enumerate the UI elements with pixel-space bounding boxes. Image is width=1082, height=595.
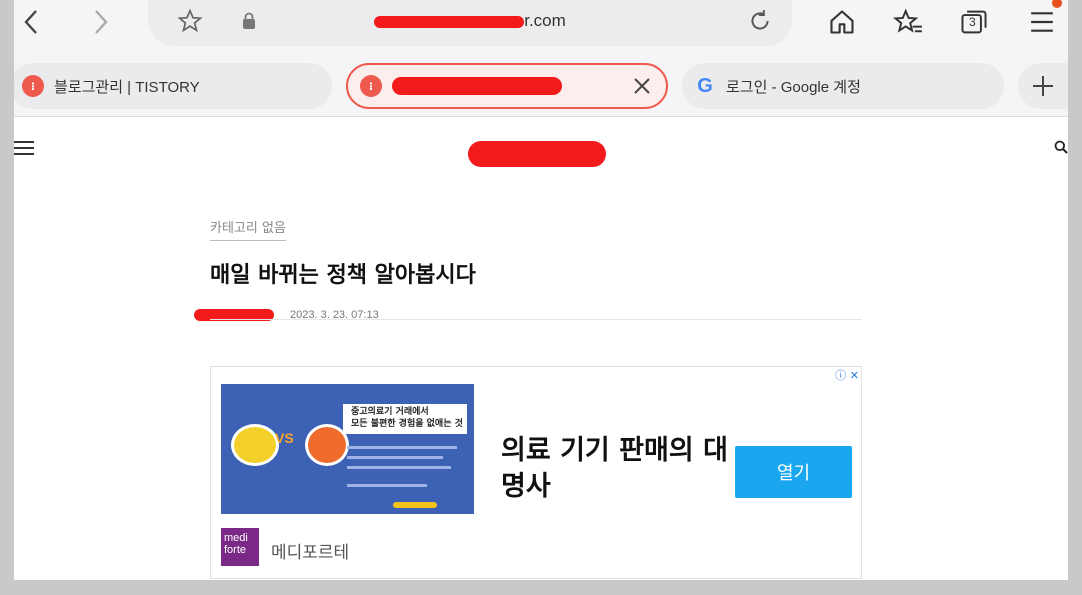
close-icon [634,78,650,94]
menu-line [14,153,34,155]
plus-icon [1033,76,1053,96]
tab-google-login[interactable]: G 로그인 - Google 계정 [682,63,1004,109]
browser-window: r.com 3 ⁝ 블로그관리 | TISTORY ⁝ G 로그인 - Goog… [14,0,1068,580]
google-favicon-icon: G [697,75,713,97]
back-arrow-icon [24,10,37,34]
navigation-bar: r.com 3 [14,0,1068,52]
tistory-favicon-icon: ⁝ [360,75,382,97]
site-logo-redaction [468,141,606,167]
reload-button[interactable] [742,3,778,39]
tistory-favicon-icon: ⁝ [22,75,44,97]
ad-image-button [393,502,437,508]
ad-headline[interactable]: 의료 기기 판매의 대명사 [501,433,741,505]
url-text: r.com [148,11,792,31]
ad-image-caption-line1: 중고의료기 거래에서 [351,407,429,417]
tab-current[interactable]: ⁝ [346,63,668,109]
forward-arrow-icon [95,10,108,34]
text-line [347,466,451,469]
brand-name[interactable]: 메디포르테 [271,538,349,563]
site-menu-button[interactable] [14,141,36,155]
tab-strip: ⁝ 블로그관리 | TISTORY ⁝ G 로그인 - Google 계정 [14,60,1068,112]
back-button[interactable] [14,4,50,40]
tab-label: 로그인 - Google 계정 [726,78,861,96]
vs-label: VS [275,430,294,446]
tab-label: 블로그관리 | TISTORY [54,78,200,96]
ad-choices-icon[interactable]: ⓘ ✕ [835,367,859,383]
notification-dot [1052,0,1062,8]
redaction-mark [392,77,562,95]
home-icon [830,10,854,34]
divider [210,319,862,320]
forward-button[interactable] [82,4,118,40]
menu-line [14,147,34,149]
text-line [347,456,443,459]
menu-icon [1031,12,1053,32]
post-title: 매일 바뀌는 정책 알아봅시다 [210,263,476,288]
ad-image[interactable]: 중고의료기 거래에서 모든 불편한 경험을 없애는 것 VS [221,384,474,514]
menu-line [14,141,34,143]
redaction-mark [374,15,525,28]
home-button[interactable] [824,4,860,40]
ad-open-button[interactable]: 열기 [735,446,852,498]
search-icon [1054,140,1068,154]
post-category[interactable]: 카테고리 없음 [210,217,286,241]
lemon-illustration [231,424,279,466]
url-domain: r.com [524,11,566,30]
ad-image-caption-line2: 모든 불편한 경험을 없애는 것 [351,419,463,429]
text-line [347,484,427,487]
brand-logo[interactable]: medi forte [221,528,259,566]
bookmarks-button[interactable] [890,4,926,40]
new-tab-button[interactable] [1018,63,1068,109]
tab-count: 3 [969,15,976,29]
web-page: 카테고리 없음 매일 바뀌는 정책 알아봅시다 2023. 3. 23. 07:… [14,116,1068,580]
advertisement[interactable]: ⓘ ✕ 중고의료기 거래에서 모든 불편한 경험을 없애는 것 VS 의료 기기… [210,366,862,579]
site-search-button[interactable] [1054,139,1068,158]
reload-icon [751,10,769,30]
address-bar[interactable]: r.com [148,0,792,46]
menu-button[interactable] [1024,0,1062,40]
orange-illustration [305,424,349,466]
close-tab-button[interactable] [630,74,654,98]
post-meta: 2023. 3. 23. 07:13 [194,307,862,327]
post-header: 카테고리 없음 매일 바뀌는 정책 알아봅시다 2023. 3. 23. 07:… [194,217,862,327]
text-line [347,446,457,449]
tab-tistory-admin[interactable]: ⁝ 블로그관리 | TISTORY [14,63,332,109]
tab-switcher-button[interactable]: 3 [956,4,992,40]
star-list-icon [893,8,922,33]
ad-image-caption: 중고의료기 거래에서 모든 불편한 경험을 없애는 것 [351,406,463,430]
